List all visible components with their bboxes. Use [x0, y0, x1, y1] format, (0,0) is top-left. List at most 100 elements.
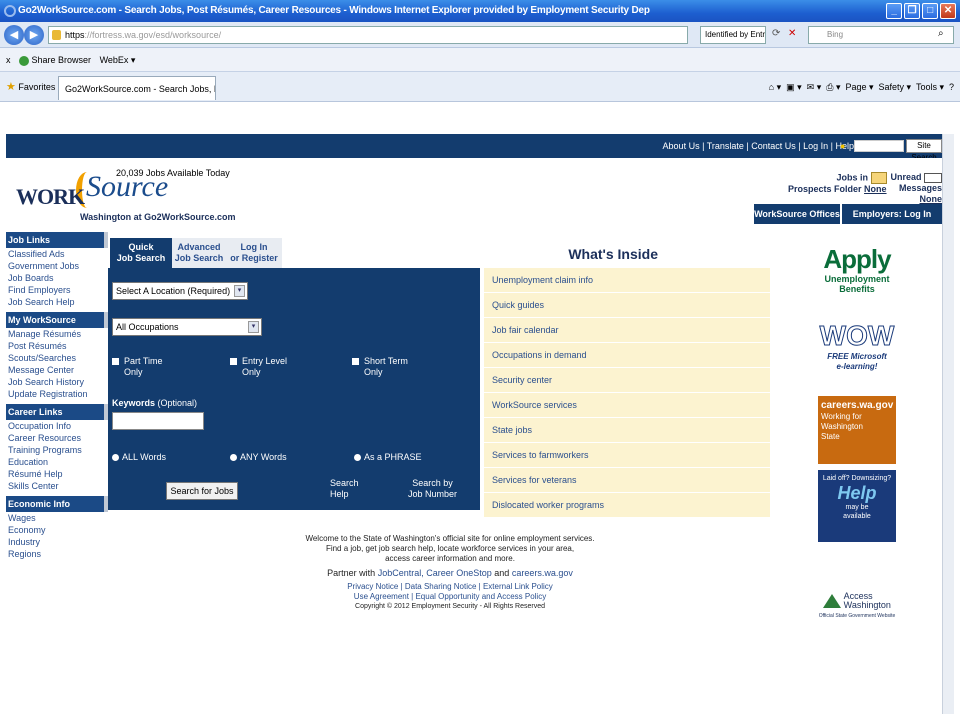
restore-icon[interactable]: ❐ [904, 3, 920, 19]
maximize-icon[interactable]: □ [922, 3, 938, 19]
any-words-radio[interactable] [230, 454, 237, 461]
whats-inside-item[interactable]: Dislocated worker programs [480, 493, 770, 518]
unread-value[interactable]: None [920, 194, 943, 204]
location-select[interactable]: Select A Location (Required) ▾ [112, 282, 248, 300]
whats-inside-item[interactable]: Occupations in demand [480, 343, 770, 368]
tab-advanced-job-search[interactable]: Advanced Job Search [172, 238, 226, 268]
help-icon[interactable]: ? [949, 82, 954, 92]
vertical-scrollbar[interactable] [942, 134, 954, 714]
nav-heading-job-links[interactable]: Job Links [6, 232, 108, 248]
nav-item-job-search-history[interactable]: Job Search History [6, 376, 108, 388]
address-bar: ◀ ▶ https://fortress.wa.gov/esd/worksour… [0, 22, 960, 48]
tools-menu[interactable]: Tools ▾ [916, 82, 944, 92]
keywords-label: Keywords (Optional) [112, 398, 197, 409]
search-input[interactable]: Bing [808, 26, 954, 44]
short-term-checkbox[interactable] [352, 358, 359, 365]
site-search-button[interactable]: Site Search [906, 139, 942, 162]
mail-icon[interactable]: ✉ ▾ [807, 82, 822, 92]
site-search-input[interactable] [854, 140, 904, 152]
url-input[interactable]: https://fortress.wa.gov/esd/worksource/ [48, 26, 688, 44]
top-nav-links[interactable]: About Us | Translate | Contact Us | Log … [663, 134, 854, 158]
nav-item-classified-ads[interactable]: Classified Ads [6, 248, 108, 260]
nav-item-government-jobs[interactable]: Government Jobs [6, 260, 108, 272]
nav-item-resume-help[interactable]: Résumé Help [6, 468, 108, 480]
nav-heading-my-worksource[interactable]: My WorkSource [6, 312, 108, 328]
policy-links-2[interactable]: Use Agreement | Equal Opportunity and Ac… [300, 592, 600, 602]
careers-wa-link[interactable]: careers.wa.gov [512, 568, 573, 578]
nav-item-find-employers[interactable]: Find Employers [6, 284, 108, 296]
nav-item-wages[interactable]: Wages [6, 512, 108, 524]
tab-login-register[interactable]: Log In or Register [226, 238, 282, 268]
search-help-link[interactable]: Search Help [330, 478, 359, 500]
forward-icon[interactable]: ▶ [24, 25, 44, 45]
nav-item-regions[interactable]: Regions [6, 548, 108, 560]
whats-inside-item[interactable]: State jobs [480, 418, 770, 443]
prospects-folder[interactable]: Jobs in Prospects Folder None [788, 172, 887, 195]
logo-source[interactable]: Source [86, 170, 168, 204]
wow-elearning-ad[interactable]: WOW FREE Microsoft e-learning! [818, 320, 896, 390]
unread-messages[interactable]: Unread Messages None [886, 172, 942, 205]
nav-item-training-programs[interactable]: Training Programs [6, 444, 108, 456]
policy-links-1[interactable]: Privacy Notice | Data Sharing Notice | E… [300, 582, 600, 592]
nav-item-economy[interactable]: Economy [6, 524, 108, 536]
refresh-icon[interactable]: ⟳ [772, 28, 780, 39]
home-icon[interactable]: ⌂ ▾ [769, 82, 781, 92]
whats-inside-item[interactable]: Security center [480, 368, 770, 393]
occupation-select[interactable]: All Occupations ▾ [112, 318, 262, 336]
search-for-jobs-button[interactable]: Search for Jobs [166, 482, 238, 500]
employers-login-button[interactable]: Employers: Log In Here [842, 204, 942, 239]
all-words-radio[interactable] [112, 454, 119, 461]
whats-inside-item[interactable]: Unemployment claim info [480, 268, 770, 293]
nav-item-skills-center[interactable]: Skills Center [6, 480, 108, 492]
stop-icon[interactable]: ✕ [788, 28, 796, 39]
close-icon[interactable]: ✕ [940, 3, 956, 19]
part-time-checkbox[interactable] [112, 358, 119, 365]
nav-heading-career-links[interactable]: Career Links [6, 404, 108, 420]
share-browser-button[interactable]: Share Browser [32, 55, 92, 65]
logo-work[interactable]: WORK [16, 184, 85, 210]
search-icon[interactable]: ⌕ [938, 28, 944, 39]
nav-item-post-resumes[interactable]: Post Résumés [6, 340, 108, 352]
feeds-icon[interactable]: ▣ ▾ [786, 82, 802, 92]
search-by-job-number-link[interactable]: Search by Job Number [408, 478, 457, 500]
apply-unemployment-ad[interactable]: Apply Unemployment Benefits [818, 244, 896, 310]
identified-badge[interactable]: Identified by Entrust [700, 26, 766, 44]
whats-inside-item[interactable]: Job fair calendar [480, 318, 770, 343]
nav-item-update-registration[interactable]: Update Registration [6, 388, 108, 400]
nav-item-career-resources[interactable]: Career Resources [6, 432, 108, 444]
access-washington-logo[interactable]: Access Washington Official State Governm… [818, 592, 896, 626]
nav-item-job-search-help[interactable]: Job Search Help [6, 296, 108, 308]
nav-item-education[interactable]: Education [6, 456, 108, 468]
prospects-value[interactable]: None [864, 184, 887, 194]
as-phrase-radio[interactable] [354, 454, 361, 461]
minimize-icon[interactable]: _ [886, 3, 902, 19]
webex-menu[interactable]: WebEx ▾ [100, 55, 136, 65]
entry-level-checkbox[interactable] [230, 358, 237, 365]
toolbar-close-icon[interactable]: x [6, 55, 11, 65]
favorites-button[interactable]: Favorites [18, 82, 55, 92]
careers-wa-ad[interactable]: careers.wa.gov Working for Washington St… [818, 396, 896, 464]
worksource-offices-button[interactable]: WorkSource Offices [754, 204, 840, 224]
keywords-input[interactable] [112, 412, 204, 430]
browser-tab[interactable]: Go2WorkSource.com - Search Jobs, Post Ré… [58, 76, 216, 100]
tab-quick-job-search[interactable]: Quick Job Search [110, 238, 172, 268]
whats-inside-item[interactable]: Services to farmworkers [480, 443, 770, 468]
back-icon[interactable]: ◀ [4, 25, 24, 45]
nav-item-manage-resumes[interactable]: Manage Résumés [6, 328, 108, 340]
partner-links[interactable]: JobCentral, Career OneStop [378, 568, 492, 578]
whats-inside-item[interactable]: WorkSource services [480, 393, 770, 418]
nav-item-industry[interactable]: Industry [6, 536, 108, 548]
page-menu[interactable]: Page ▾ [845, 82, 873, 92]
whats-inside-item[interactable]: Quick guides [480, 293, 770, 318]
safety-menu[interactable]: Safety ▾ [879, 82, 912, 92]
help-available-ad[interactable]: Laid off? Downsizing? Help may be availa… [818, 470, 896, 542]
nav-item-message-center[interactable]: Message Center [6, 364, 108, 376]
print-icon[interactable]: ⎙ ▾ [826, 82, 840, 92]
nav-item-scouts-searches[interactable]: Scouts/Searches [6, 352, 108, 364]
nav-item-job-boards[interactable]: Job Boards [6, 272, 108, 284]
identified-text: Identified by Entrust [705, 30, 766, 39]
nav-item-occupation-info[interactable]: Occupation Info [6, 420, 108, 432]
whats-inside-item[interactable]: Services for veterans [480, 468, 770, 493]
wow-title: WOW [819, 320, 895, 352]
nav-heading-economic-info[interactable]: Economic Info [6, 496, 108, 512]
